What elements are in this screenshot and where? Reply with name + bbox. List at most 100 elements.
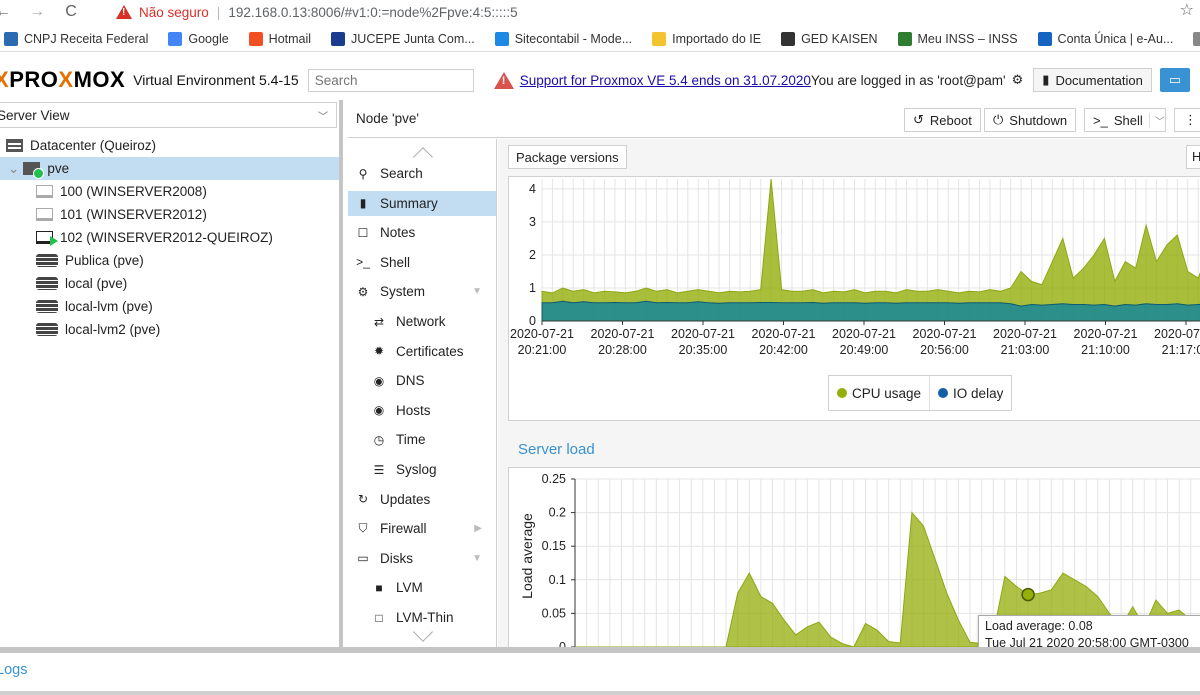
clock-icon: ◷ <box>373 432 385 447</box>
bookmarks-bar: CNPJ Receita Federal Google Hotmail JUCEPE … <box>0 26 1200 52</box>
summary-content: Package versions H 0 1 2 3 4 2020-07-21 20:21:… <box>498 139 1200 647</box>
star-icon[interactable]: ☆ <box>1180 0 1194 20</box>
menu-item-label: Shell <box>380 254 411 270</box>
tree-item-storage[interactable]: local-lvm (pve) <box>0 295 339 318</box>
menu-item-lvm-thin[interactable]: □ LVM-Thin <box>348 605 496 630</box>
menu-item-firewall[interactable]: ⛉ Firewall ▶ <box>348 516 496 541</box>
y-tick-label: 2 <box>529 248 536 262</box>
documentation-button[interactable]: ▮ Documentation <box>1033 68 1152 92</box>
menu-item-disks[interactable]: ▭ Disks ▼ <box>348 546 496 571</box>
tree-item-vm[interactable]: 101 (WINSERVER2012) <box>0 203 339 226</box>
support-link[interactable]: Support for Proxmox VE 5.4 ends on 31.07… <box>520 73 811 88</box>
menu-item-dns[interactable]: ◉ DNS <box>348 368 496 393</box>
bookmark-icon <box>4 31 18 46</box>
proxmox-logo: X PRO X MOX <box>0 67 125 93</box>
not-secure-label[interactable]: Não seguro <box>139 5 209 20</box>
menu-item-label: LVM <box>396 580 423 596</box>
tree-item-label: 100 (WINSERVER2008) <box>60 184 207 199</box>
tree-item-datacenter[interactable]: Datacenter (Queiroz) <box>0 134 339 157</box>
x-tick-label-date: 2020-07-21 <box>671 327 735 341</box>
exchange-icon: ⇄ <box>373 314 385 329</box>
bookmark-icon <box>1193 31 1200 46</box>
gear-icon[interactable]: ⚙ <box>1012 72 1024 88</box>
menu-item-updates[interactable]: ↻ Updates <box>348 487 496 512</box>
node-toolbar: Node 'pve' ↺ Reboot ⏻ Shutdown >_ Shell ﹀ ⋮ <box>348 100 1200 138</box>
tree-item-node[interactable]: ⌄ pve <box>0 157 339 180</box>
timeframe-button[interactable]: H <box>1186 145 1200 169</box>
tree-item-storage[interactable]: local (pve) <box>0 272 339 295</box>
expand-icon[interactable]: ▼ <box>472 286 482 297</box>
tree-item-label: local-lvm (pve) <box>65 299 153 314</box>
menu-item-label: Disks <box>380 550 413 566</box>
menu-item-hosts[interactable]: ◉ Hosts <box>348 398 496 423</box>
bookmark-item[interactable]: JUCEPE Junta Com... <box>331 31 475 46</box>
bookmark-label: Importado do IE <box>672 31 762 46</box>
bookmark-item[interactable]: Google <box>168 31 229 46</box>
tree-item-label: local-lvm2 (pve) <box>65 322 161 337</box>
legend-item[interactable]: CPU usage <box>829 376 929 410</box>
bookmark-icon <box>494 31 509 46</box>
reload-icon[interactable]: C <box>60 3 82 21</box>
resource-tree: Datacenter (Queiroz) ⌄ pve 100 (WINSERVER20… <box>0 134 339 341</box>
notes-icon: ☐ <box>357 225 369 240</box>
tree-item-label: local (pve) <box>65 276 128 291</box>
forward-arrow-icon[interactable]: → <box>26 3 48 21</box>
bookmark-item[interactable]: Meu INSS – INSS <box>897 31 1018 46</box>
menu-item-shell[interactable]: >_ Shell <box>348 250 496 275</box>
bookmark-label: GED KAISEN <box>801 31 878 46</box>
shutdown-button[interactable]: ⏻ Shutdown <box>984 108 1077 132</box>
menu-item-label: Notes <box>380 225 416 241</box>
menu-item-system[interactable]: ⚙ System ▼ <box>348 279 496 304</box>
bookmark-item[interactable]: Hotmail <box>248 31 311 46</box>
menu-item-network[interactable]: ⇄ Network <box>348 309 496 334</box>
more-actions-button[interactable]: ⋮ <box>1174 108 1200 132</box>
bookmark-item[interactable]: CNPJ Receita Federal <box>4 31 148 46</box>
highlight-point[interactable] <box>1021 587 1035 602</box>
bookmark-item[interactable]: Importado do IE <box>652 31 762 46</box>
menu-item-search[interactable]: ⚲ Search <box>348 161 496 186</box>
documentation-label: Documentation <box>1055 72 1143 88</box>
tree-item-label: 101 (WINSERVER2012) <box>60 207 207 222</box>
cogs-icon: ⚙ <box>357 284 369 299</box>
bookmark-label: Conta Única | e-Au... <box>1057 31 1174 46</box>
tree-item-storage[interactable]: local-lvm2 (pve) <box>0 318 339 341</box>
logged-in-label: You are logged in as 'root@pam' <box>810 72 1006 88</box>
y-tick-label: 0.25 <box>542 472 566 486</box>
menu-item-summary[interactable]: ▮ Summary <box>348 190 496 216</box>
expand-icon[interactable]: ▼ <box>472 553 482 564</box>
tree-item-vm[interactable]: 100 (WINSERVER2008) <box>0 180 339 203</box>
legend-item[interactable]: IO delay <box>929 376 1011 410</box>
menu-item-time[interactable]: ◷ Time <box>348 427 496 452</box>
tree-item-label: Publica (pve) <box>65 253 144 268</box>
monitor-icon: ▭ <box>1168 72 1182 87</box>
reboot-button[interactable]: ↺ Reboot <box>904 108 981 132</box>
menu-item-label: Search <box>380 166 423 181</box>
menu-item-lvm[interactable]: ■ LVM <box>348 575 496 600</box>
shell-button[interactable]: >_ Shell ﹀ <box>1084 108 1166 132</box>
chevron-down-icon[interactable]: ﹀ <box>1148 112 1165 128</box>
warning-icon <box>116 5 132 19</box>
package-versions-button[interactable]: Package versions <box>508 145 627 169</box>
bookmark-icon <box>897 31 912 46</box>
menu-item-label: System <box>380 284 426 300</box>
search-input[interactable] <box>307 68 474 92</box>
back-arrow-icon[interactable]: ← <box>0 3 14 21</box>
menu-item-syslog[interactable]: ☰ Syslog <box>348 457 496 482</box>
menu-item-certificates[interactable]: ✹ Certificates <box>348 339 496 364</box>
tree-item-vm-running[interactable]: 102 (WINSERVER2012-QUEIROZ) <box>0 226 339 249</box>
create-vm-button[interactable]: ▭ <box>1159 68 1190 92</box>
expand-icon[interactable]: ▶ <box>474 523 482 534</box>
legend-dot-icon <box>837 388 847 398</box>
view-selector[interactable]: Server View ﹀ <box>0 102 337 128</box>
square-icon: ■ <box>375 580 383 595</box>
bookmark-item[interactable]: E <box>1193 31 1200 46</box>
storage-icon <box>36 254 58 267</box>
bookmark-item[interactable]: Conta Única | e-Au... <box>1037 31 1174 46</box>
bookmark-item[interactable]: Sitecontabil - Mode... <box>494 31 632 46</box>
menu-item-notes[interactable]: ☐ Notes <box>348 220 496 245</box>
url-field[interactable]: 192.168.0.13:8006/#v1:0:=node%2Fpve:4:5:… <box>228 5 517 20</box>
expand-icon[interactable]: ⌄ <box>8 161 19 177</box>
tree-item-storage[interactable]: Publica (pve) <box>0 249 339 272</box>
logs-tab[interactable]: Logs <box>0 662 27 678</box>
bookmark-item[interactable]: GED KAISEN <box>781 31 878 46</box>
